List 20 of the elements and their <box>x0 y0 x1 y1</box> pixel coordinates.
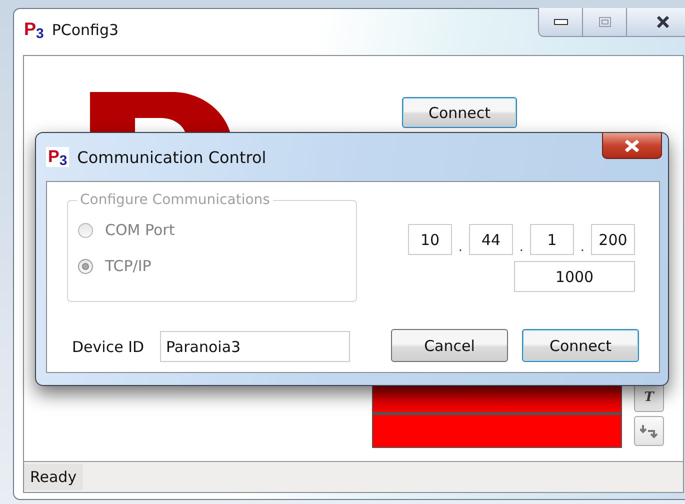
minimize-button[interactable] <box>539 8 583 36</box>
swap-button[interactable] <box>634 416 664 446</box>
close-button[interactable] <box>627 8 685 36</box>
ip-separator: . <box>579 240 586 255</box>
field-label: Device ID <box>72 338 144 356</box>
radio-label: TCP/IP <box>105 257 152 275</box>
connect-button[interactable]: Connect <box>402 97 517 128</box>
close-icon <box>624 140 640 152</box>
dialog-title: Communication Control <box>77 148 266 166</box>
swap-arrows-icon <box>640 423 658 439</box>
close-icon <box>656 16 670 28</box>
ip-separator: . <box>518 240 525 255</box>
minimize-icon <box>554 19 568 25</box>
radio-label: COM Port <box>105 221 175 239</box>
ip-separator: . <box>457 240 464 255</box>
maximize-icon <box>598 17 610 27</box>
group-title: Configure Communications <box>79 192 271 208</box>
window-title: PConfig3 <box>52 21 119 39</box>
close-button[interactable] <box>602 133 662 159</box>
status-text: Ready <box>24 464 83 490</box>
